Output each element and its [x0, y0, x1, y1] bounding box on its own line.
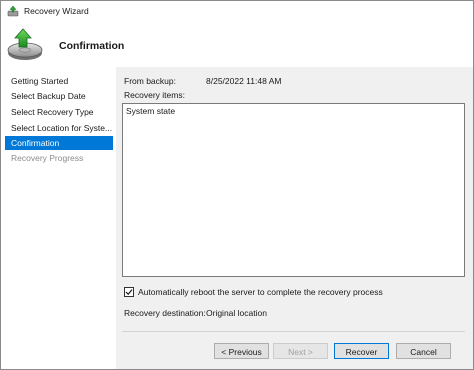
recovery-wizard-icon [7, 5, 19, 17]
backup-restore-icon [7, 28, 43, 60]
next-button: Next > [273, 343, 328, 359]
confirmation-panel: From backup: 8/25/2022 11:48 AM Recovery… [116, 67, 473, 369]
step-recovery-progress: Recovery Progress [11, 153, 84, 163]
auto-reboot-option[interactable]: Automatically reboot the server to compl… [124, 287, 383, 297]
recovery-items-label: Recovery items: [124, 90, 185, 100]
wizard-steps-sidebar: Getting Started Select Backup Date Selec… [1, 67, 116, 369]
wizard-header: Confirmation [1, 21, 473, 67]
recovery-wizard-window: Recovery Wizard Confirmation Getting Sta… [0, 0, 474, 370]
step-confirmation[interactable]: Confirmation [5, 136, 113, 150]
from-backup-label: From backup: [124, 76, 176, 86]
recovery-items-list[interactable]: System state [122, 103, 465, 277]
from-backup-value: 8/25/2022 11:48 AM [206, 76, 282, 86]
step-getting-started[interactable]: Getting Started [5, 74, 113, 88]
checkmark-icon [125, 289, 133, 296]
window-title: Recovery Wizard [24, 6, 89, 16]
title-bar: Recovery Wizard [1, 1, 473, 21]
button-separator [122, 331, 465, 332]
recover-button[interactable]: Recover [334, 343, 389, 359]
recovery-destination-label: Recovery destination: [124, 308, 206, 318]
step-select-location[interactable]: Select Location for Syste... [5, 121, 113, 135]
step-select-recovery-type[interactable]: Select Recovery Type [5, 105, 113, 119]
list-item[interactable]: System state [126, 106, 175, 116]
page-title: Confirmation [59, 40, 125, 52]
recovery-destination-value: Original location [206, 308, 267, 318]
previous-button[interactable]: < Previous [214, 343, 269, 359]
step-select-backup-date[interactable]: Select Backup Date [5, 89, 113, 103]
cancel-button[interactable]: Cancel [396, 343, 451, 359]
auto-reboot-label[interactable]: Automatically reboot the server to compl… [138, 287, 383, 297]
auto-reboot-checkbox[interactable] [124, 287, 134, 297]
